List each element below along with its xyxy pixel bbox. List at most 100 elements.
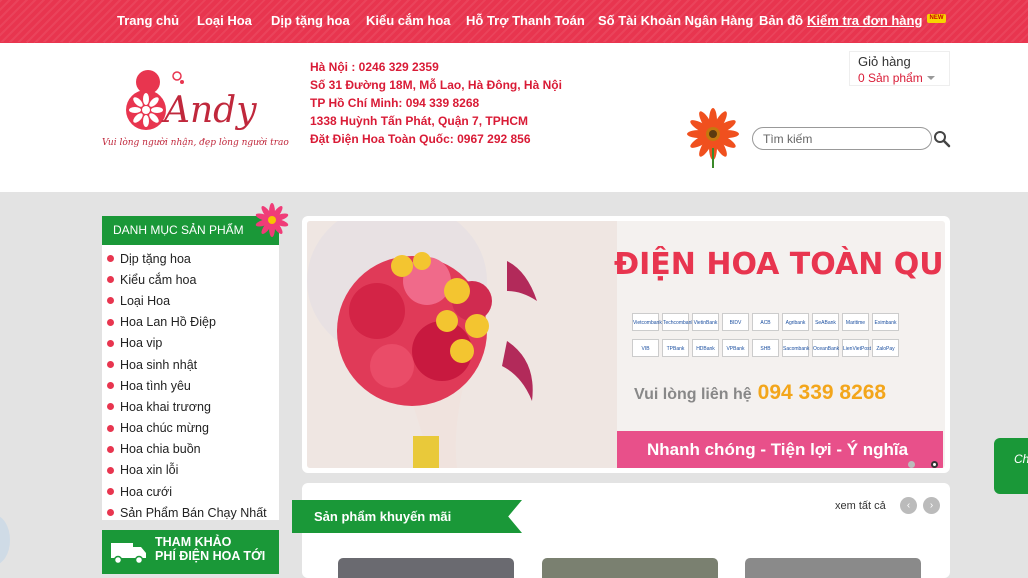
sidebar-item-label: Hoa vip [120,336,163,351]
nav-bank-accounts[interactable]: Số Tài Khoản Ngân Hàng [598,13,753,28]
bank-logo: TPBank [662,339,689,357]
bullet-icon [107,466,114,474]
nav-map[interactable]: Bản đồ [759,13,803,28]
cart-title: Giỏ hàng [858,54,911,69]
cart-count: 0 Sản phẩm [858,71,923,85]
slide-phone: 094 339 8268 [757,381,887,404]
nav-order-check[interactable]: Kiểm tra đơn hàng [807,13,922,28]
chat-button[interactable]: Ch [994,438,1028,494]
sidebar-item-occasions[interactable]: Dịp tặng hoa [102,248,279,269]
hero-slider[interactable]: ĐIỆN HOA TOÀN QUỐC Vietcombank Techcomba… [302,216,950,473]
sidebar-item-orchid[interactable]: Hoa Lan Hồ Điệp [102,312,279,333]
slide-contact-label: Vui lòng liên hệ [634,386,752,403]
promo-heading: Sản phẩm khuyến mãi [292,500,522,533]
bullet-icon [107,403,114,411]
category-list: Dịp tặng hoa Kiểu cắm hoa Loại Hoa Hoa L… [102,245,279,523]
sidebar-item-love[interactable]: Hoa tình yêu [102,375,279,396]
slider-dot-active[interactable] [931,461,938,468]
bullet-icon [107,339,114,347]
site-header: Andy Vui lòng người nhận, đẹp lòng người… [0,43,1028,192]
sidebar-item-label: Hoa Lan Hồ Điệp [120,315,216,330]
sidebar-item-congrats[interactable]: Hoa chúc mừng [102,418,279,439]
bank-logo: Techcombank [662,313,694,331]
sidebar-item-label: Hoa chúc mừng [120,421,209,436]
category-sidebar: DANH MỤC SẢN PHẨM Dịp tặng hoa Kiểu cắm … [102,203,289,523]
prev-arrow-icon[interactable]: ‹ [900,497,917,514]
bullet-icon [107,255,114,263]
bank-logo: Vietcombank [632,313,662,331]
contact-hcm-phone: TP Hồ Chí Minh: 094 339 8268 [310,96,480,110]
hero-slide: ĐIỆN HOA TOÀN QUỐC Vietcombank Techcomba… [307,221,945,468]
contact-hanoi-phone: Hà Nội : 0246 329 2359 [310,60,439,74]
bank-logo: VIB [632,339,659,357]
bank-logo: Agribank [782,313,809,331]
sidebar-item-apology[interactable]: Hoa xin lỗi [102,460,279,481]
bank-logo: SeABank [812,313,839,331]
bank-logo: SHB [752,339,779,357]
bank-logo: LienVietPost [842,339,871,357]
nav-payment-support[interactable]: Hỗ Trợ Thanh Toán [466,13,585,28]
sidebar-item-birthday[interactable]: Hoa sinh nhật [102,354,279,375]
delivery-fee-line1: THAM KHẢO [155,535,232,549]
sidebar-item-vip[interactable]: Hoa vip [102,333,279,354]
logo-wordmark: Andy [164,90,257,131]
nav-occasions[interactable]: Dịp tặng hoa [271,13,350,28]
bullet-icon [107,382,114,390]
bank-logo: BIDV [722,313,749,331]
sidebar-item-label: Hoa xin lỗi [120,463,179,478]
bullet-icon [107,318,114,326]
delivery-truck-icon [111,543,146,565]
contact-hcm-address: 1338 Huỳnh Tấn Phát, Quận 7, TPHCM [310,114,529,128]
delivery-fee-banner[interactable]: THAM KHẢO PHÍ ĐIỆN HOA TỚI [102,530,279,574]
sidebar-item-label: Hoa khai trương [120,399,211,414]
sidebar-item-label: Hoa chia buồn [120,442,201,457]
sidebar-item-label: Sản Phẩm Bán Chạy Nhất [120,505,267,520]
floating-contact-button[interactable] [0,515,10,565]
logo-tagline: Vui lòng người nhận, đẹp lòng người trao [102,138,289,148]
bouquet-image [307,221,617,468]
slide-contact: Vui lòng liên hệ 094 339 8268 [634,381,886,405]
gerbera-flower-icon [687,108,739,168]
bank-logo: Eximbank [872,313,899,331]
site-logo[interactable]: Andy Vui lòng người nhận, đẹp lòng người… [100,68,290,153]
bullet-icon [107,276,114,284]
sidebar-item-label: Loại Hoa [120,293,171,308]
bank-logo: Maritime [842,313,869,331]
cart-widget[interactable]: Giỏ hàng 0 Sản phẩm [849,51,950,86]
bullet-icon [107,297,114,305]
chevron-down-icon [926,75,935,80]
nav-flower-types[interactable]: Loại Hoa [197,13,252,28]
promo-section: Sản phẩm khuyến mãi xem tất cả ‹ › [292,483,950,578]
sidebar-item-arrangement[interactable]: Kiểu cắm hoa [102,269,279,290]
sidebar-item-label: Hoa sinh nhật [120,357,198,372]
new-badge: NEW [927,14,946,23]
see-all-link[interactable]: xem tất cả [835,500,886,512]
sidebar-flower-icon [255,203,289,237]
slide-title: ĐIỆN HOA TOÀN QUỐC [614,247,945,282]
slider-dot[interactable] [908,461,915,468]
delivery-fee-line2: PHÍ ĐIỆN HOA TỚI [155,549,266,563]
sidebar-item-flower-types[interactable]: Loại Hoa [102,290,279,311]
slide-slogan-band: Nhanh chóng - Tiện lợi - Ý nghĩa [617,431,943,468]
sidebar-item-opening[interactable]: Hoa khai trương [102,396,279,417]
bank-logo: ZaloPay [872,339,899,357]
sidebar-item-label: Hoa tình yêu [120,378,191,393]
sidebar-item-condolence[interactable]: Hoa chia buồn [102,439,279,460]
nav-home[interactable]: Trang chủ [117,13,179,28]
search-input[interactable] [752,127,932,150]
bank-logo: ACB [752,313,779,331]
search-icon[interactable] [933,130,951,148]
next-arrow-icon[interactable]: › [923,497,940,514]
bank-logo: VietinBank [692,313,719,331]
bullet-icon [107,361,114,369]
sidebar-item-label: Dịp tặng hoa [120,251,191,266]
sidebar-item-best-sellers[interactable]: Sản Phẩm Bán Chạy Nhất [102,502,279,523]
sidebar-item-wedding[interactable]: Hoa cưới [102,481,279,502]
contact-nationwide-phone: Đặt Điện Hoa Toàn Quốc: 0967 292 856 [310,132,531,146]
bank-logo: OceanBank [812,339,839,357]
bank-logo: VPBank [722,339,749,357]
product-thumbnail[interactable] [745,558,921,578]
product-thumbnail[interactable] [542,558,718,578]
product-thumbnail[interactable] [338,558,514,578]
nav-arrangement-styles[interactable]: Kiểu cắm hoa [366,13,451,28]
